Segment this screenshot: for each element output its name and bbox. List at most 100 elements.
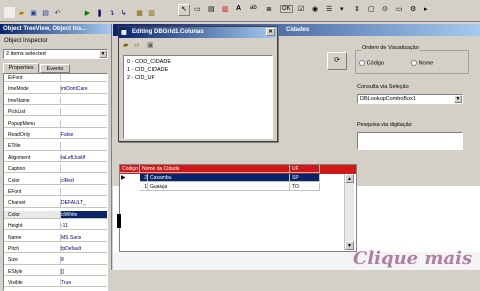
property-row[interactable]: Alignment taLeftJustif — [4, 153, 107, 162]
property-value[interactable] — [60, 108, 107, 116]
radio-codigo[interactable]: Código — [359, 60, 384, 67]
property-row[interactable]: ReadOnly False — [4, 131, 107, 140]
grid-vertical-scrollbar[interactable]: ▲ ▼ — [344, 174, 354, 250]
property-row[interactable]: Name MS Sans — [4, 233, 107, 242]
scrollbar-icon[interactable]: ⇕ — [354, 5, 360, 13]
edit-icon[interactable]: ab — [250, 5, 257, 11]
tab-events[interactable]: Events — [40, 64, 70, 73]
list-item[interactable]: 0 - COD_CIDADE — [124, 58, 272, 66]
property-row[interactable]: EFont — [4, 188, 107, 197]
property-value[interactable] — [60, 96, 107, 104]
grid-cell-code[interactable]: 1 — [140, 183, 148, 191]
trace-icon[interactable]: ↳ — [118, 7, 129, 18]
groupbox-icon[interactable]: ▢ — [368, 5, 375, 13]
property-row[interactable]: EiFont — [4, 74, 107, 83]
consulta-combobox[interactable]: DBLookupComboBox1 ▼ — [357, 94, 463, 104]
property-row[interactable]: PickList — [4, 108, 107, 117]
save-all-icon[interactable]: ▤ — [40, 7, 51, 18]
grid-cell-uf[interactable]: TO — [290, 183, 320, 191]
label-icon[interactable]: A — [236, 5, 241, 12]
property-row[interactable]: Visible True — [4, 279, 107, 288]
property-value[interactable] — [60, 188, 107, 196]
property-value[interactable] — [60, 74, 107, 82]
property-value[interactable] — [60, 119, 107, 127]
save-icon[interactable]: ▣ — [28, 7, 39, 18]
add-all-fields-icon[interactable]: ▣ — [147, 41, 154, 49]
tab-properties[interactable]: Properties — [3, 63, 39, 73]
chevron-down-icon[interactable]: ▼ — [454, 95, 462, 103]
property-row[interactable]: Height -11 — [4, 222, 107, 231]
unit-icon[interactable]: ▥ — [146, 7, 157, 18]
grid-cell-code[interactable]: 2 — [140, 174, 148, 182]
property-value[interactable]: [] — [60, 267, 107, 275]
search-button[interactable]: ⟳ — [327, 52, 347, 70]
property-row[interactable]: Color clRed — [4, 176, 107, 185]
radiobutton-icon[interactable]: ◉ — [312, 5, 318, 13]
property-value[interactable]: 8 — [60, 256, 107, 264]
component-selector[interactable]: 2 items selected ▼ — [3, 49, 108, 59]
table-row[interactable]: ▶ 2 Caxambu SP — [120, 174, 356, 183]
grid-header-codigo[interactable]: Código — [120, 165, 140, 173]
property-value[interactable]: fpDefault — [60, 245, 107, 253]
pesquisa-input[interactable] — [357, 132, 463, 150]
pause-icon[interactable]: ❚ — [94, 7, 105, 18]
popupmenu-icon[interactable]: ▥ — [222, 5, 229, 13]
table-row[interactable]: 1 Guaiuja TO — [120, 183, 356, 192]
memo-icon[interactable]: ≣ — [266, 5, 272, 13]
undo-icon[interactable]: ↶ — [52, 7, 63, 18]
step-icon[interactable]: ↴ — [106, 7, 117, 18]
property-row[interactable]: EStyle[] — [4, 267, 107, 276]
property-row[interactable]: PopupMenu — [4, 119, 107, 128]
delete-column-icon[interactable]: ▱ — [134, 41, 139, 49]
grid-cell-name[interactable]: Guaiuja — [148, 183, 290, 191]
property-value[interactable]: -11 — [60, 222, 107, 230]
property-row[interactable]: ImeMode imDontCare — [4, 85, 107, 94]
close-icon[interactable]: ✕ — [266, 28, 275, 36]
grid-header-uf[interactable]: UF — [290, 165, 320, 173]
property-value[interactable] — [60, 165, 107, 173]
checkbox-icon[interactable]: ☑ — [298, 5, 304, 13]
panel-icon[interactable]: ▭ — [396, 5, 403, 13]
mainmenu-icon[interactable]: ▤ — [208, 5, 215, 13]
frame-icon[interactable]: ▭ — [194, 5, 201, 13]
radio-codigo-circle[interactable] — [359, 60, 365, 66]
listbox-icon[interactable]: ☰ — [326, 5, 332, 13]
property-row[interactable]: Charset DEFAULT_ — [4, 199, 107, 208]
property-value[interactable]: clWhite — [60, 210, 107, 218]
property-value[interactable] — [60, 142, 107, 150]
property-value[interactable]: DEFAULT_ — [60, 199, 107, 207]
property-row[interactable]: ETitle — [4, 142, 107, 151]
add-column-icon[interactable]: ▰ — [123, 41, 128, 49]
property-value[interactable]: clRed — [60, 176, 107, 184]
open-icon[interactable]: ▰ — [16, 7, 27, 18]
more-icon[interactable]: ▸ — [424, 5, 428, 13]
property-value[interactable]: MS Sans — [60, 233, 107, 241]
grid-cell-name[interactable]: Caxambu — [148, 174, 290, 182]
property-row[interactable]: Pitch fpDefault — [4, 245, 107, 254]
grid-header-nome[interactable]: Nome da Cidade — [140, 165, 290, 173]
button-icon[interactable]: OK — [280, 5, 293, 13]
property-row[interactable]: Size 8 — [4, 256, 107, 265]
scroll-up-icon[interactable]: ▲ — [345, 174, 354, 183]
property-value[interactable]: imDontCare — [60, 85, 107, 93]
actionlist-icon[interactable]: ⚙ — [410, 5, 416, 13]
pointer-icon[interactable]: ↖ — [178, 4, 190, 16]
radiogroup-icon[interactable]: ⊙ — [382, 5, 388, 13]
list-item[interactable]: 1 - CID_CIDADE — [124, 66, 272, 74]
run-icon[interactable]: ▶ — [82, 7, 93, 18]
property-row[interactable]: ImeName — [4, 96, 107, 105]
list-item[interactable]: 2 - CID_UF — [124, 74, 272, 82]
property-value[interactable]: taLeftJustif — [60, 153, 107, 161]
property-row[interactable]: Caption — [4, 165, 107, 174]
combobox-icon[interactable]: ▾ — [340, 5, 344, 13]
grid-cell-uf[interactable]: SP — [290, 174, 320, 182]
new-icon[interactable]: ▫ — [4, 7, 15, 18]
chevron-down-icon[interactable]: ▼ — [99, 50, 107, 58]
property-key: ReadOnly — [4, 131, 60, 139]
radio-nome[interactable]: Nome — [411, 60, 433, 67]
property-value[interactable]: True — [60, 279, 107, 287]
property-row[interactable]: Color clWhite — [4, 210, 107, 219]
property-value[interactable]: False — [60, 131, 107, 139]
form-icon[interactable]: ▦ — [134, 7, 145, 18]
radio-nome-circle[interactable] — [411, 60, 417, 66]
